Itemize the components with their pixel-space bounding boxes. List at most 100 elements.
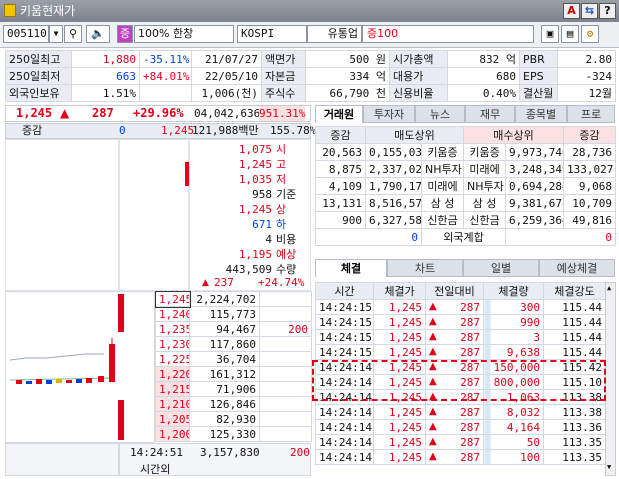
trades-scrollbar[interactable]: ▲ ▼ [605, 282, 616, 476]
ladder-row[interactable]: 1,200 125,330 [155, 426, 312, 442]
broker-name[interactable]: 삼 성 [463, 194, 507, 212]
price-bar: 1,245 ▲ 287 +29.96% 04,042,636 951.31% [5, 105, 311, 122]
window-icon[interactable]: ▤ [561, 25, 579, 43]
ladder-qty: 115,773 [189, 306, 260, 322]
broker-name[interactable]: 미래에 [463, 160, 507, 178]
tab-tabs_top-3[interactable]: 재무 [465, 105, 515, 123]
broker-name[interactable]: NH투자 [420, 160, 465, 178]
trade-strength: 115.44 [543, 329, 606, 345]
tab-tabs_top-5[interactable]: 프로 [567, 105, 615, 123]
save-icon[interactable]: ▣ [541, 25, 559, 43]
broker-row[interactable]: 8,8752,337,026NH투자미래에3,248,349133,027 [315, 160, 617, 178]
tab-tabs_top-1[interactable]: 투자자 [363, 105, 415, 123]
tab-tabs_bottom-0[interactable]: 체결 [315, 259, 387, 277]
broker-qty: 28,736 [563, 143, 617, 161]
broker-row[interactable]: 20,5630,155,032키움증키움증9,973,74628,736 [315, 143, 617, 161]
ladder-row[interactable]: 1,240 115,773 [155, 306, 312, 322]
info-value: 663 [71, 67, 140, 85]
broker-name[interactable]: 신한금 [420, 211, 465, 229]
link-icon[interactable]: ⇆ [581, 3, 598, 19]
trades-header[interactable]: 체결강도 [543, 282, 606, 300]
mini-chart [5, 291, 155, 443]
broker-header: 매수상위 [463, 126, 565, 144]
trade-strength: 113.35 [543, 434, 606, 450]
sound-icon[interactable]: 🔈 [86, 25, 110, 43]
broker-row[interactable]: 13,1318,516,574삼 성삼 성9,381,67810,709 [315, 194, 617, 212]
ladder-price[interactable]: 1,245 [154, 290, 191, 308]
broker-name[interactable]: 키움증 [420, 143, 465, 161]
tab-tabs_top-2[interactable]: 뉴스 [415, 105, 465, 123]
summary-label: 하 [276, 218, 287, 231]
trades-header[interactable]: 체결가 [373, 282, 426, 300]
summary-value: 1,035 [238, 173, 272, 186]
ladder-price[interactable]: 1,205 [155, 411, 190, 427]
broker-qty: 1,790,178 [365, 177, 422, 195]
ladder-price[interactable]: 1,220 [155, 366, 190, 382]
ladder-row[interactable]: 1,230 117,860 [155, 336, 312, 352]
settings-icon[interactable]: ⚙ [581, 25, 599, 43]
broker-qty: 9,381,678 [505, 194, 565, 212]
summary-label: 고 [276, 158, 287, 171]
tab-tabs_bottom-1[interactable]: 차트 [387, 259, 463, 277]
trades-header[interactable]: 시간 [315, 282, 374, 300]
total-volume: 04,042,636 [194, 107, 261, 120]
help-icon[interactable]: ? [599, 3, 616, 19]
font-a-icon[interactable]: A [563, 3, 580, 19]
top-tabs: 거래원 투자자 뉴스 재무 종목별 프로 [315, 105, 615, 125]
broker-name[interactable]: 신한금 [463, 211, 507, 229]
broker-row[interactable]: 9006,327,584신한금신한금6,259,36449,816 [315, 211, 617, 229]
ladder-row[interactable]: 1,245 2,224,702 [154, 290, 312, 308]
broker-row[interactable]: 4,1091,790,178미래에NH투자0,694,2849,068 [315, 177, 617, 195]
stock-code-input[interactable]: 005110 [3, 25, 49, 43]
broker-name[interactable]: NH투자 [463, 177, 507, 195]
summary-value: 671 [252, 218, 272, 231]
info-label: 시가총액 [389, 50, 448, 68]
broker-name[interactable]: 키움증 [463, 143, 507, 161]
stock-info-table: 250일최고 1,880 -35.11% 21/07/27 액면가 500 원 시가총액 83… [5, 50, 616, 102]
exchange-field: KOSPI [237, 25, 307, 43]
tab-tabs_top-4[interactable]: 종목별 [515, 105, 567, 123]
trades-header[interactable]: 전일대비 [425, 282, 484, 300]
broker-qty: 9,973,746 [505, 143, 565, 161]
broker-qty: 900 [315, 211, 366, 229]
ladder-change [259, 351, 312, 367]
trade-time: 14:24:15 [315, 329, 374, 345]
ladder-price[interactable]: 1,240 [155, 306, 190, 322]
tab-tabs_top-0[interactable]: 거래원 [315, 105, 363, 123]
ladder-row[interactable]: 1,220 161,312 [155, 366, 312, 382]
ladder-price[interactable]: 1,225 [155, 351, 190, 367]
ladder-row[interactable]: 1,235 94,467 200 [155, 321, 312, 337]
summary-label: 저 [276, 173, 287, 186]
foreign-buy: 0 [505, 228, 617, 246]
broker-name[interactable]: 미래에 [420, 177, 465, 195]
broker-qty: 6,259,364 [505, 211, 565, 229]
ladder-price[interactable]: 1,200 [155, 426, 190, 442]
trades-header[interactable]: 체결량 [483, 282, 544, 300]
summary-value: 1,245 [238, 203, 272, 216]
code-dropdown-icon[interactable]: ▼ [49, 25, 63, 43]
summary-row: 958 기준 [190, 187, 310, 202]
broker-name[interactable]: 삼 성 [420, 194, 465, 212]
tab-tabs_bottom-2[interactable]: 일별 [463, 259, 539, 277]
ladder-price[interactable]: 1,215 [155, 381, 190, 397]
trade-qty: 990 [483, 314, 544, 330]
info-row: 외국인보유 1.51% 1,006(천) 주식수 66,790 천 신용비율 0.40% 결산… [5, 84, 616, 102]
summary-row: 1,195 예상 [190, 247, 310, 262]
ladder-row[interactable]: 1,210 126,846 [155, 396, 312, 412]
ladder-price[interactable]: 1,210 [155, 396, 190, 412]
ladder-row[interactable]: 1,205 82,930 [155, 411, 312, 427]
ladder-row[interactable]: 1,225 36,704 [155, 351, 312, 367]
ladder-price[interactable]: 1,235 [155, 321, 190, 337]
search-icon[interactable]: ⚲ [64, 25, 82, 43]
afterhours-label[interactable]: 시간외 [140, 461, 170, 477]
ladder-row[interactable]: 1,215 71,906 [155, 381, 312, 397]
tab-tabs_bottom-3[interactable]: 예상체결 [539, 259, 615, 277]
scroll-up-icon[interactable]: ▲ [607, 284, 611, 292]
trade-change: ▲ 287 [425, 449, 484, 465]
ladder-price[interactable]: 1,230 [155, 336, 190, 352]
stock-name-field[interactable]: 100% 한창 [134, 25, 234, 43]
foreign-sell: 0 [315, 228, 422, 246]
scroll-down-icon[interactable]: ▼ [607, 463, 611, 471]
trade-row: 14:24:15 1,245 ▲ 287 300 115.44 [315, 299, 606, 315]
broker-header: 증감 [315, 126, 366, 144]
